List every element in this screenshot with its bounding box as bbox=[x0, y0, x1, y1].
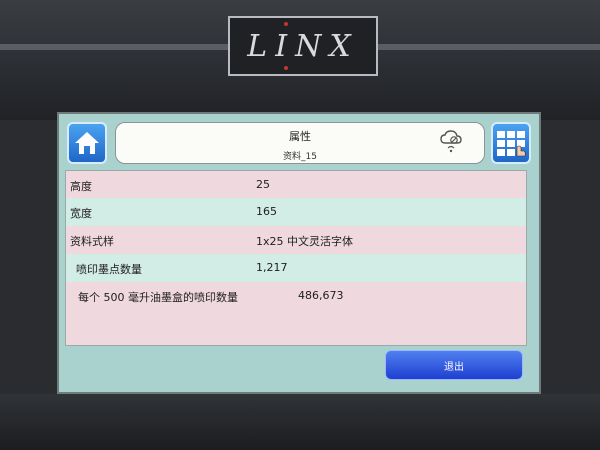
property-label: 每个 500 毫升油墨盒的喷印数量 bbox=[78, 291, 238, 304]
home-button[interactable] bbox=[67, 122, 107, 164]
title-panel: 属性 资料_15 bbox=[115, 122, 485, 164]
properties-table: 高度 25 宽度 165 资料式样 1x25 中文灵活字体 喷印墨点数量 1,2… bbox=[65, 170, 527, 346]
menu-grid-button[interactable] bbox=[491, 122, 531, 164]
bezel-stripe-right bbox=[378, 44, 600, 50]
touch-screen: 属性 资料_15 高度 25 宽度 165 资料式样 1x25 中文灵活字体 喷… bbox=[57, 112, 541, 394]
cloud-sync-icon bbox=[440, 130, 462, 153]
logo-dot-bottom bbox=[284, 66, 288, 70]
property-value: 1,217 bbox=[256, 261, 288, 274]
page-title: 属性 bbox=[289, 130, 311, 143]
table-row: 每个 500 毫升油墨盒的喷印数量 486,673 bbox=[66, 282, 526, 345]
page-subtitle: 资料_15 bbox=[283, 152, 317, 162]
property-value: 1x25 中文灵活字体 bbox=[256, 235, 354, 248]
linx-logo: LINX bbox=[228, 16, 378, 76]
table-row: 宽度 165 bbox=[66, 198, 526, 226]
property-value: 165 bbox=[256, 205, 277, 218]
grid-menu-icon bbox=[497, 131, 526, 157]
exit-button[interactable]: 退出 bbox=[385, 350, 523, 380]
property-label: 资料式样 bbox=[70, 235, 114, 248]
device-bezel-bottom bbox=[0, 394, 600, 450]
property-value: 486,673 bbox=[298, 289, 344, 302]
property-label: 宽度 bbox=[70, 207, 92, 220]
table-row: 资料式样 1x25 中文灵活字体 bbox=[66, 226, 526, 254]
bezel-stripe-left bbox=[0, 44, 228, 50]
home-icon bbox=[75, 132, 99, 154]
property-value: 25 bbox=[256, 178, 270, 191]
property-label: 喷印墨点数量 bbox=[76, 263, 142, 276]
table-row: 喷印墨点数量 1,217 bbox=[66, 254, 526, 282]
property-label: 高度 bbox=[70, 180, 92, 193]
logo-dot-top bbox=[284, 22, 288, 26]
logo-text: LINX bbox=[247, 28, 359, 64]
table-row: 高度 25 bbox=[66, 171, 526, 198]
